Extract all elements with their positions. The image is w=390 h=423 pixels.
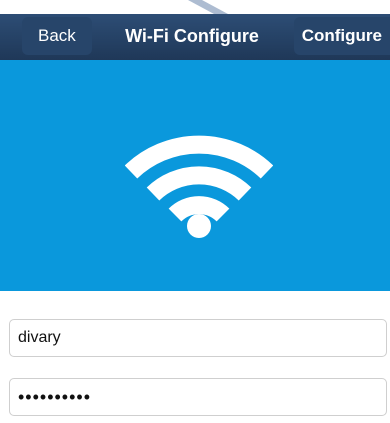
navigation-bar: Back Wi-Fi Configure Configure — [0, 14, 390, 60]
configure-button[interactable]: Configure — [293, 17, 390, 55]
page-title: Wi-Fi Configure — [125, 26, 259, 46]
wifi-configure-screen: Back Wi-Fi Configure Configure ? divary … — [0, 0, 390, 423]
ssid-input[interactable]: divary — [9, 319, 387, 357]
wifi-hero-panel: ? — [0, 60, 390, 345]
back-button[interactable]: Back — [22, 17, 92, 55]
password-input[interactable]: •••••••••• — [9, 378, 387, 416]
decorative-swoosh — [188, 0, 228, 14]
wifi-icon — [125, 135, 273, 238]
